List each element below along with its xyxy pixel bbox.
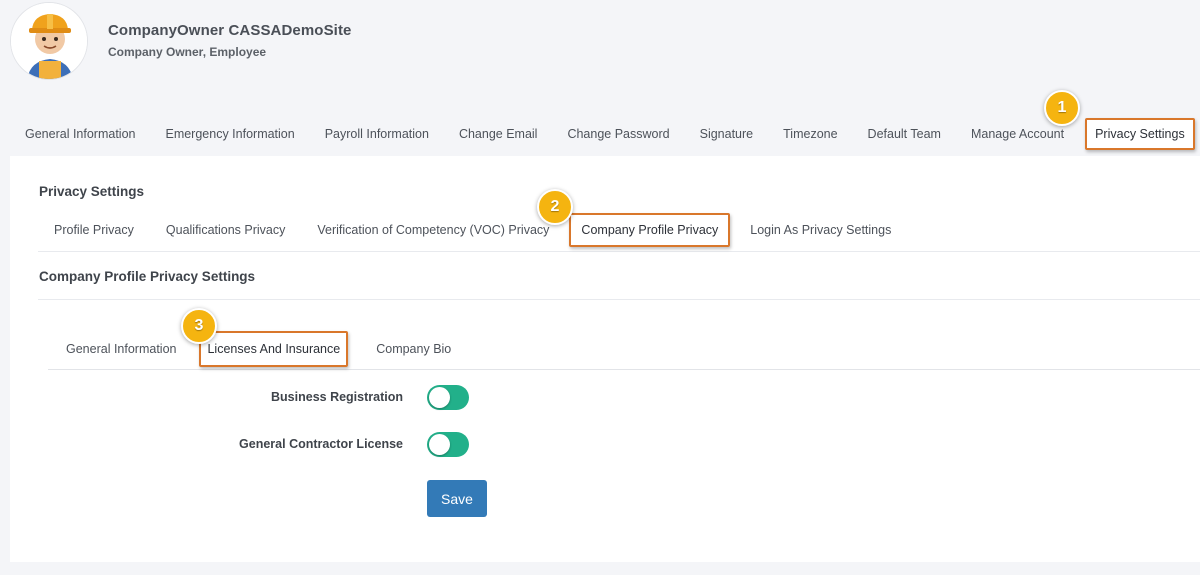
tab-company-general-information[interactable]: General Information — [48, 342, 194, 356]
tab-qualifications-privacy[interactable]: Qualifications Privacy — [150, 223, 302, 237]
tab-general-information[interactable]: General Information — [10, 112, 150, 156]
tab-signature[interactable]: Signature — [685, 112, 769, 156]
privacy-settings-title: Privacy Settings — [39, 184, 145, 199]
settings-card: Privacy Settings Profile Privacy Qualifi… — [10, 156, 1200, 562]
user-roles: Company Owner, Employee — [108, 45, 267, 59]
tab-profile-privacy[interactable]: Profile Privacy — [38, 223, 150, 237]
toggle-knob — [429, 387, 450, 408]
worker-avatar-icon — [11, 3, 87, 79]
tab-company-bio[interactable]: Company Bio — [358, 342, 469, 356]
step-marker-3: 3 — [181, 308, 217, 344]
save-button[interactable]: Save — [427, 480, 487, 517]
tab-change-password[interactable]: Change Password — [552, 112, 684, 156]
section-divider — [38, 299, 1200, 300]
tab-change-email[interactable]: Change Email — [444, 112, 553, 156]
tab-timezone[interactable]: Timezone — [768, 112, 852, 156]
tab-login-as-privacy-settings[interactable]: Login As Privacy Settings — [734, 223, 907, 237]
general-contractor-license-toggle[interactable] — [427, 432, 469, 457]
general-contractor-license-row: General Contractor License — [10, 432, 610, 458]
tab-emergency-information[interactable]: Emergency Information — [150, 112, 309, 156]
company-profile-privacy-title: Company Profile Privacy Settings — [39, 269, 256, 284]
step-marker-1: 1 — [1044, 90, 1080, 126]
tab-voc-privacy[interactable]: Verification of Competency (VOC) Privacy — [301, 223, 565, 237]
toggle-knob — [429, 434, 450, 455]
general-contractor-license-label: General Contractor License — [239, 437, 403, 451]
privacy-sub-tab-bar: Profile Privacy Qualifications Privacy V… — [38, 208, 1200, 252]
user-avatar — [10, 2, 88, 80]
tab-privacy-settings[interactable]: Privacy Settings — [1085, 118, 1195, 150]
tab-payroll-information[interactable]: Payroll Information — [310, 112, 444, 156]
tab-licenses-and-insurance[interactable]: Licenses And Insurance — [199, 330, 349, 367]
business-registration-row: Business Registration — [10, 385, 610, 411]
business-registration-label: Business Registration — [271, 390, 403, 404]
tab-default-team[interactable]: Default Team — [853, 112, 956, 156]
step-marker-2: 2 — [537, 189, 573, 225]
company-profile-tab-bar: General Information Licenses And Insuran… — [48, 328, 1200, 370]
main-tab-bar: General Information Emergency Informatio… — [10, 112, 1200, 156]
tab-company-profile-privacy[interactable]: Company Profile Privacy — [569, 212, 731, 247]
user-name: CompanyOwner CASSADemoSite — [108, 22, 352, 39]
business-registration-toggle[interactable] — [427, 385, 469, 410]
